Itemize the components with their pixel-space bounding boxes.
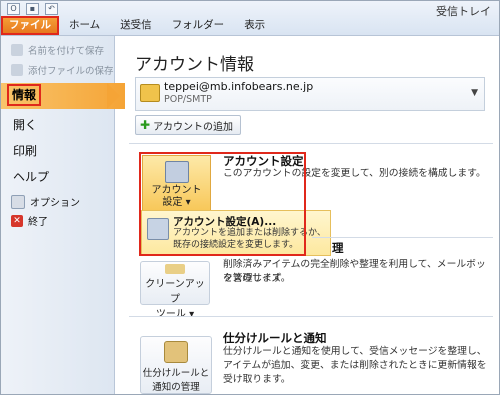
- cleanup-button-label-1: クリーンアップ: [145, 279, 205, 305]
- chevron-down-icon: ▼: [471, 88, 478, 98]
- account-info-panel: アカウント情報 teppei@mb.infobears.ne.jp POP/SM…: [115, 36, 499, 394]
- ribbon-tabs: ファイル ホーム 送受信 フォルダー 表示: [1, 16, 275, 35]
- attachment-icon: [11, 64, 23, 76]
- mailbox-icon: [140, 84, 160, 102]
- sidebar-item-print[interactable]: 印刷: [1, 142, 126, 159]
- quick-access-toolbar: O ▪ ↶: [7, 3, 58, 15]
- undo-icon[interactable]: ↶: [45, 3, 58, 15]
- outlook-app-icon: O: [7, 3, 20, 15]
- tab-home[interactable]: ホーム: [59, 16, 110, 35]
- cleanup-desc-2: を管理します。: [223, 273, 291, 284]
- sidebar-item-open[interactable]: 開く: [1, 116, 126, 133]
- divider: [129, 143, 493, 144]
- cleanup-tools-button[interactable]: クリーンアップ ツール ▾: [140, 261, 210, 320]
- cleanup-title-partial: 理: [332, 241, 344, 255]
- add-account-button[interactable]: ✚ アカウントの追加: [135, 115, 242, 135]
- options-icon: [11, 194, 25, 209]
- rules-button-label-2: 通知の管理: [152, 382, 200, 393]
- sidebar-item-info[interactable]: 情報: [6, 84, 42, 106]
- sidebar-item-help[interactable]: ヘルプ: [1, 168, 126, 185]
- sidebar-item-save-as[interactable]: 名前を付けて保存: [1, 43, 114, 57]
- sidebar-item-exit[interactable]: ✕ 終了: [1, 213, 114, 228]
- plus-icon: ✚: [140, 118, 151, 132]
- rules-title: 仕分けルールと通知: [223, 331, 327, 345]
- sidebar-item-save-attachments[interactable]: 添付ファイルの保存: [1, 63, 114, 77]
- divider: [312, 237, 493, 238]
- account-type: POP/SMTP: [164, 94, 212, 105]
- page-title: アカウント情報: [135, 55, 254, 75]
- backstage-sidebar: 名前を付けて保存 添付ファイルの保存 情報 開く 印刷 ヘルプ オプション ✕ …: [1, 36, 125, 394]
- save-as-icon: [11, 44, 23, 56]
- highlight-outline: [139, 152, 306, 256]
- exit-icon: ✕: [11, 214, 23, 227]
- save-icon[interactable]: ▪: [26, 3, 39, 15]
- rules-desc: 仕分けルールと通知を使用して、受信メッセージを整理し、アイテムが追加、変更、また…: [223, 346, 487, 385]
- rules-alerts-button[interactable]: 仕分けルールと 通知の管理: [140, 336, 212, 394]
- rules-button-label-1: 仕分けルールと: [142, 368, 210, 379]
- tab-view[interactable]: 表示: [234, 16, 275, 35]
- account-email: teppei@mb.infobears.ne.jp: [164, 80, 314, 93]
- cleanup-icon: [165, 264, 185, 274]
- outlook-backstage-window: O ▪ ↶ 受信トレイ ファイル ホーム 送受信 フォルダー 表示 名前を付けて…: [0, 0, 500, 395]
- tab-send-receive[interactable]: 送受信: [110, 16, 162, 35]
- tab-folder[interactable]: フォルダー: [162, 16, 235, 35]
- rules-icon: [164, 341, 188, 363]
- title-ribbon-bar: O ▪ ↶ 受信トレイ ファイル ホーム 送受信 フォルダー 表示: [1, 1, 499, 36]
- cleanup-button-label-2: ツール ▾: [155, 309, 195, 320]
- divider: [129, 316, 493, 317]
- tab-file[interactable]: ファイル: [1, 16, 59, 35]
- account-selector[interactable]: teppei@mb.infobears.ne.jp POP/SMTP ▼: [135, 77, 485, 111]
- window-title: 受信トレイ: [436, 5, 491, 18]
- sidebar-item-options[interactable]: オプション: [1, 194, 114, 209]
